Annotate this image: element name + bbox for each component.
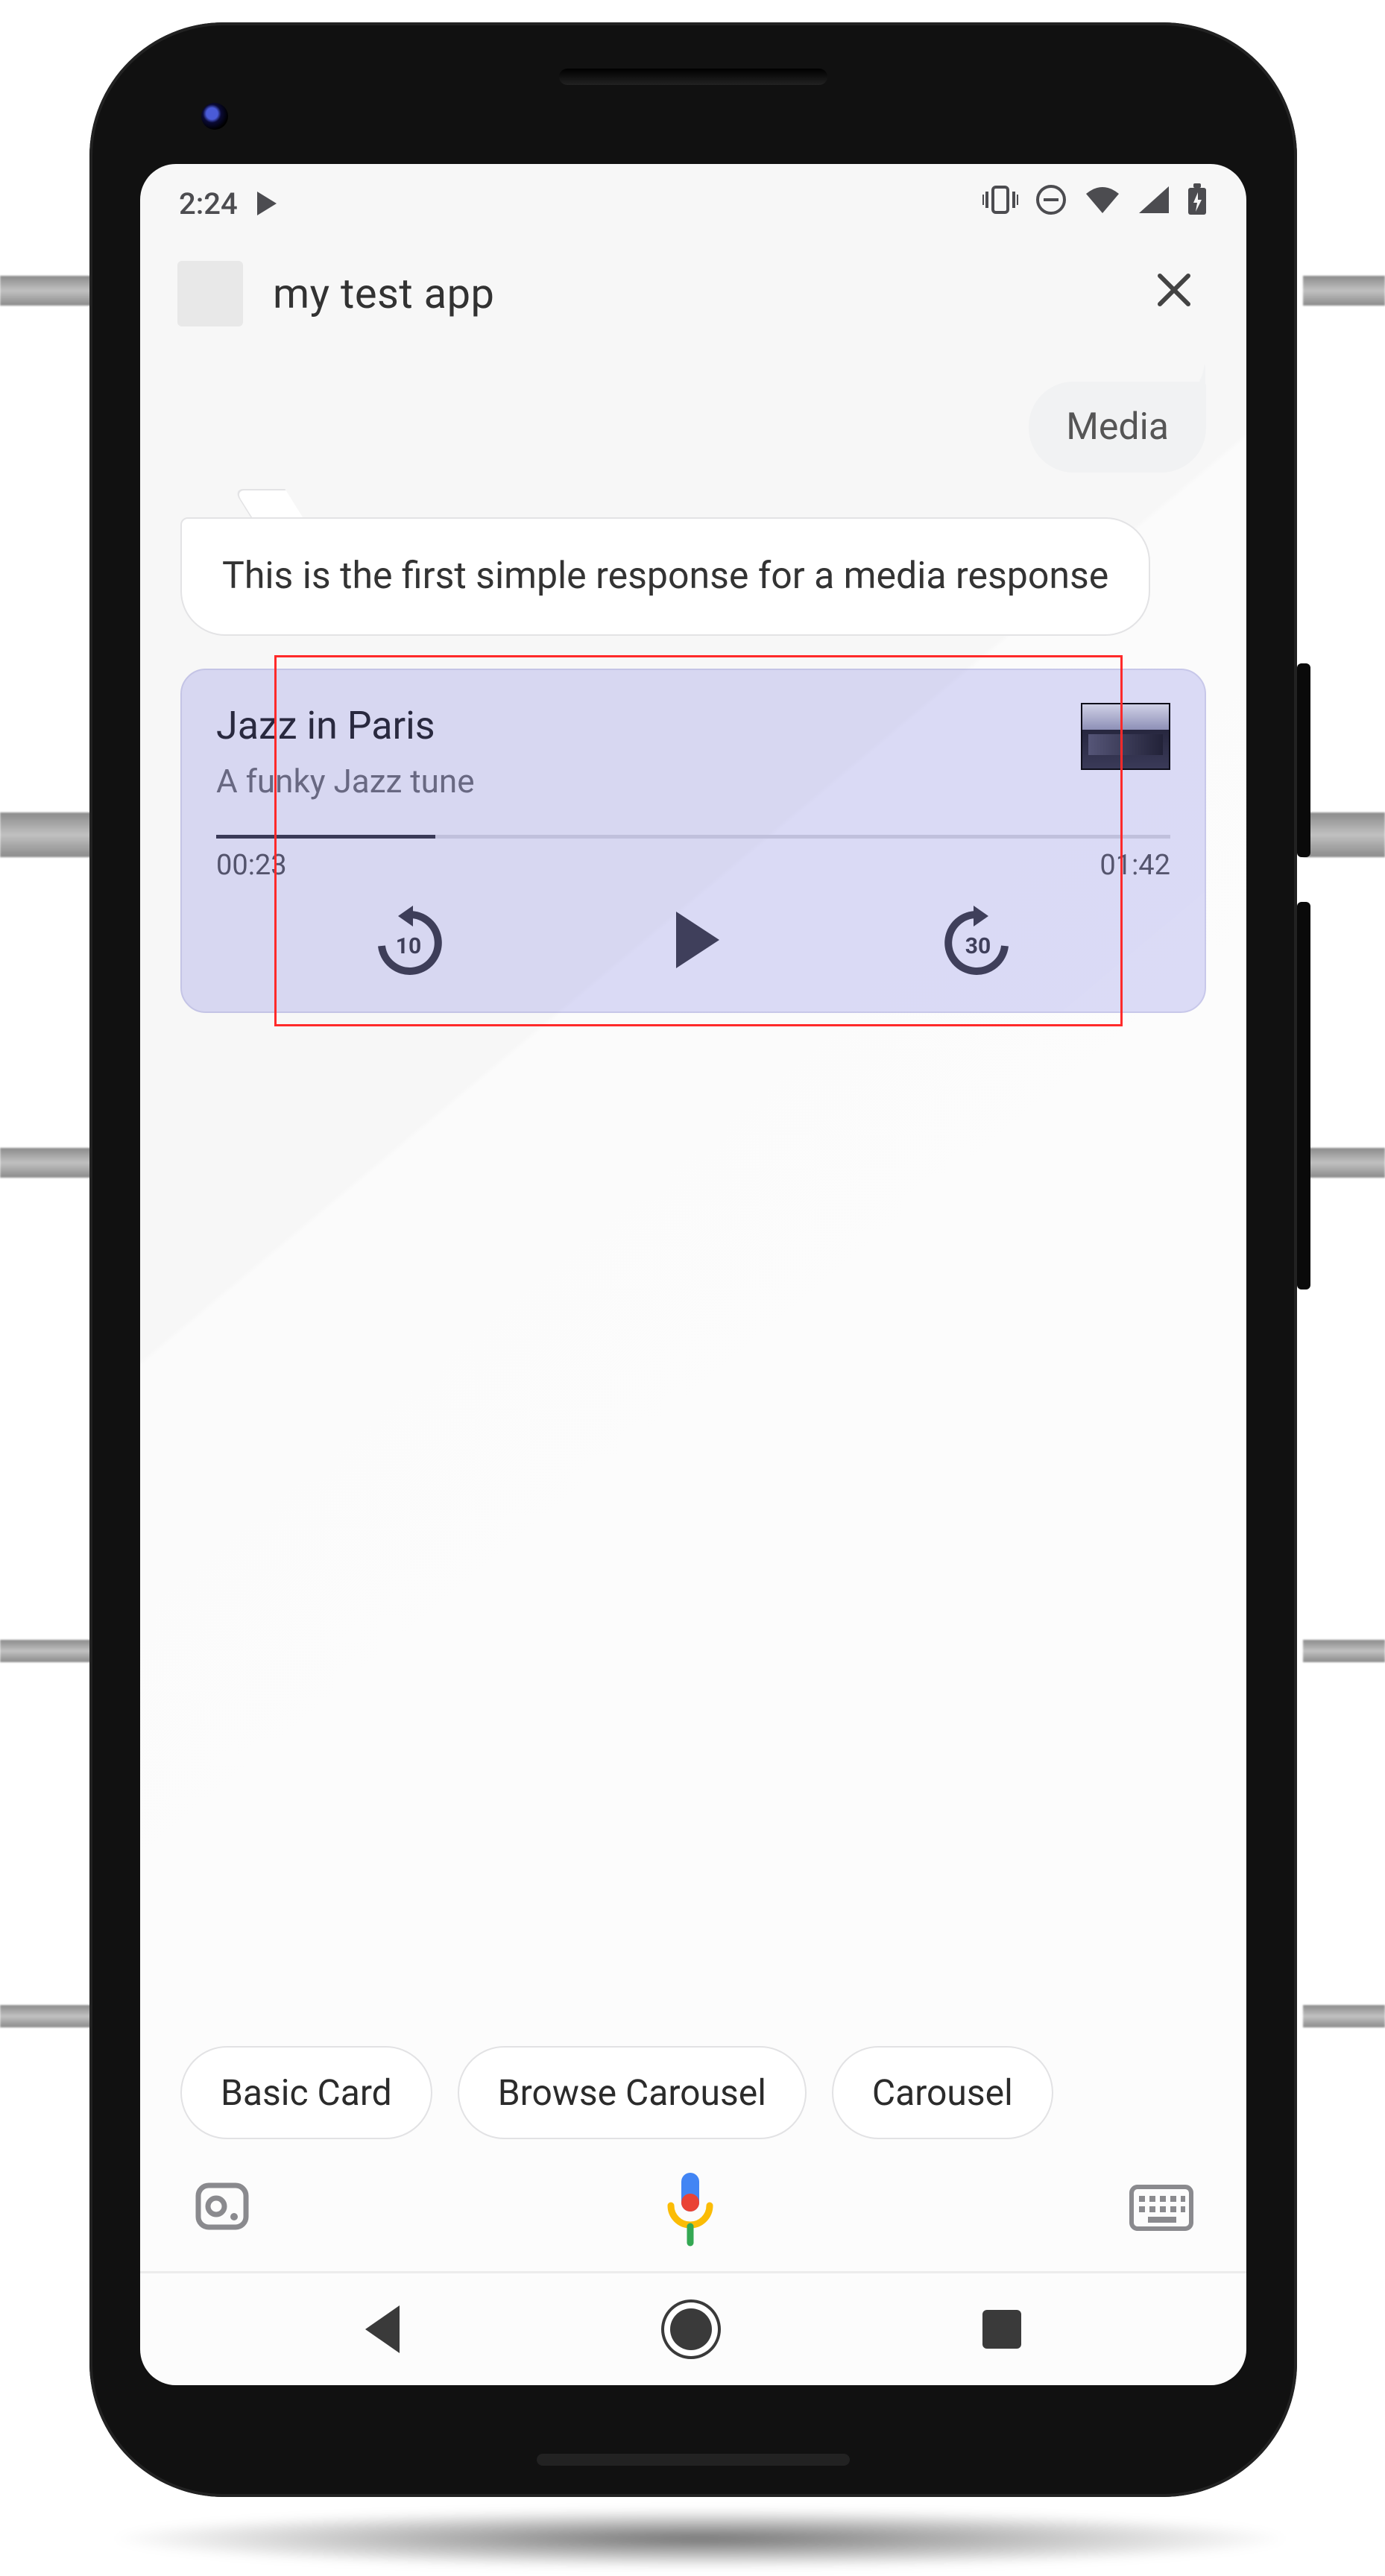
progress-bar[interactable] [216,835,1170,839]
app-title: my test app [273,269,1109,318]
app-header: my test app [140,236,1246,352]
user-message-row: Media [180,382,1206,473]
status-time: 2:24 [179,186,238,221]
mic-button[interactable] [660,2168,720,2250]
lens-button[interactable] [192,2178,252,2241]
forward-button[interactable]: 30 [941,903,1015,977]
bottom-speaker [537,2454,850,2466]
chip-carousel[interactable]: Carousel [832,2046,1053,2139]
time-duration: 01:42 [1100,849,1170,882]
rewind-10-icon: 10 [371,903,446,977]
nav-recent-button[interactable] [982,2310,1021,2349]
earpiece [559,69,827,85]
phone-frame: 2:24 [89,22,1297,2497]
play-icon [257,192,277,215]
lens-icon [192,2178,252,2238]
battery-charging-icon [1187,183,1208,224]
keyboard-icon [1129,2184,1194,2232]
screen: 2:24 [140,164,1246,2385]
suggestion-chips: Basic Card Browse Carousel Carousel [140,2046,1246,2139]
close-button[interactable] [1139,262,1209,326]
wifi-icon [1084,185,1121,222]
user-message-text: Media [1066,405,1169,449]
play-icon [676,912,719,968]
cell-signal-icon [1138,185,1170,222]
vibrate-icon [982,184,1018,223]
navigation-bar [140,2273,1246,2385]
volume-rocker [1297,902,1310,1289]
play-button[interactable] [667,912,719,968]
progress-fill [216,835,435,839]
svg-text:30: 30 [965,933,990,959]
nav-home-button[interactable] [670,2308,712,2350]
media-card: Jazz in Paris A funky Jazz tune 00:23 01… [180,669,1206,1013]
mic-icon [660,2168,720,2250]
time-elapsed: 00:23 [216,849,287,882]
front-camera [201,103,228,130]
chip-browse-carousel[interactable]: Browse Carousel [458,2046,807,2139]
chip-basic-card[interactable]: Basic Card [180,2046,432,2139]
app-icon [177,261,243,326]
assistant-input-bar [140,2147,1246,2273]
bot-message-text: This is the first simple response for a … [222,555,1108,598]
power-button [1297,663,1310,857]
bot-message-bubble: This is the first simple response for a … [180,517,1150,636]
media-subtitle: A funky Jazz tune [216,762,475,801]
user-message-bubble: Media [1029,382,1206,473]
do-not-disturb-icon [1035,183,1067,224]
keyboard-button[interactable] [1129,2184,1194,2235]
status-bar: 2:24 [140,164,1246,236]
rewind-button[interactable]: 10 [371,903,446,977]
close-icon [1154,270,1194,310]
bot-message-row: This is the first simple response for a … [180,517,1206,636]
svg-text:10: 10 [396,933,421,959]
media-title: Jazz in Paris [216,703,475,748]
media-thumbnail [1081,703,1170,770]
forward-30-icon: 30 [941,903,1015,977]
conversation: Media This is the first simple response … [140,382,1246,1013]
nav-back-button[interactable] [365,2305,400,2353]
